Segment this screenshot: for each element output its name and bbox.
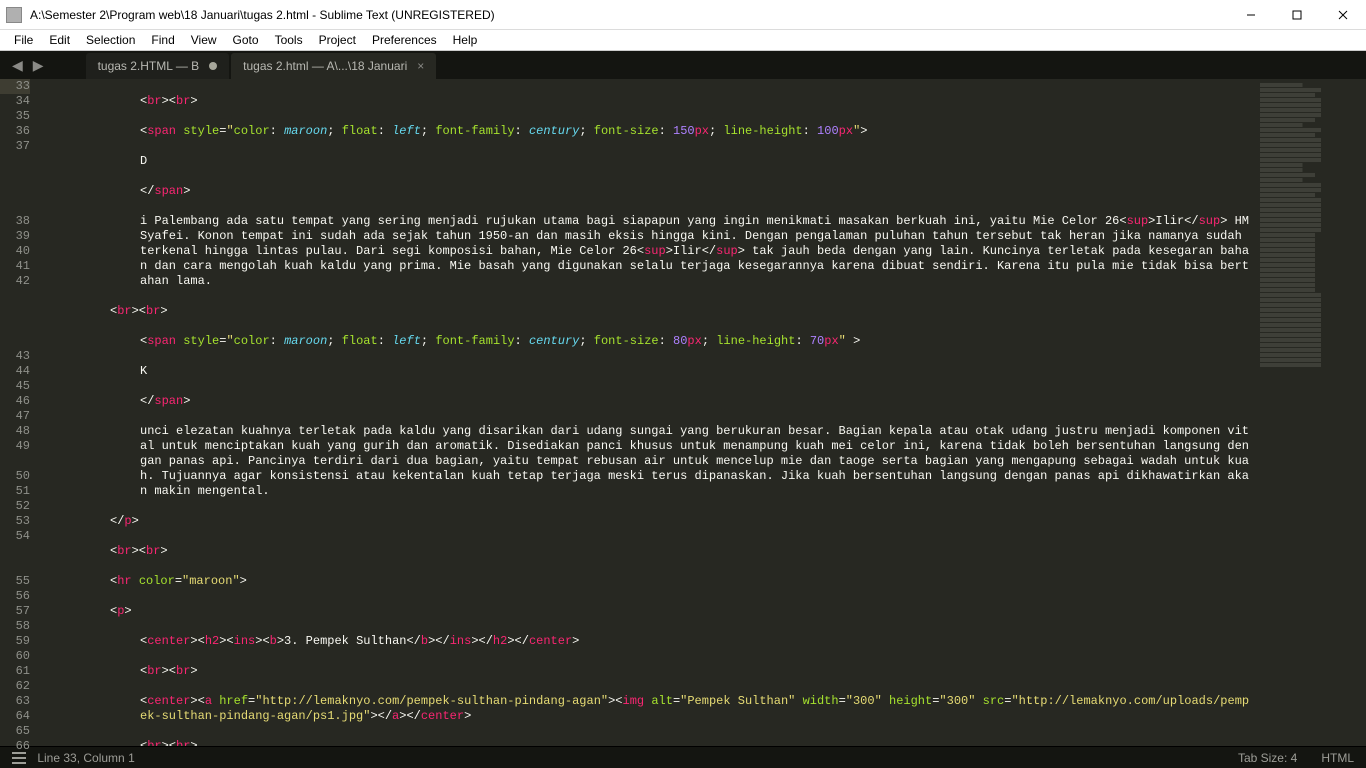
close-icon[interactable]: × [417, 59, 424, 73]
menu-goto[interactable]: Goto [225, 31, 267, 49]
tab-row: ◀ ▶ tugas 2.HTML — B tugas 2.html — A\..… [0, 51, 1366, 79]
menu-view[interactable]: View [183, 31, 225, 49]
app-icon [6, 7, 22, 23]
nav-forward-icon[interactable]: ▶ [33, 57, 44, 74]
status-syntax[interactable]: HTML [1321, 751, 1354, 765]
menu-find[interactable]: Find [143, 31, 182, 49]
title-bar: A:\Semester 2\Program web\18 Januari\tug… [0, 0, 1366, 30]
menu-preferences[interactable]: Preferences [364, 31, 445, 49]
menu-edit[interactable]: Edit [41, 31, 78, 49]
tab-file-1[interactable]: tugas 2.HTML — B [86, 53, 230, 79]
minimap[interactable] [1256, 79, 1366, 746]
code-area[interactable]: <br><br> <span style="color: maroon; flo… [48, 79, 1256, 746]
menu-project[interactable]: Project [311, 31, 364, 49]
menu-help[interactable]: Help [445, 31, 486, 49]
maximize-button[interactable] [1274, 0, 1320, 29]
panel-switcher-icon[interactable] [12, 752, 26, 764]
menu-tools[interactable]: Tools [267, 31, 311, 49]
line-gutter: 3334353637383940414243444546474849505152… [0, 79, 48, 746]
tab-file-2[interactable]: tugas 2.html — A\...\18 Januari × [231, 53, 436, 79]
editor-area[interactable]: 3334353637383940414243444546474849505152… [0, 79, 1366, 746]
menu-selection[interactable]: Selection [78, 31, 143, 49]
menu-file[interactable]: File [6, 31, 41, 49]
dirty-indicator-icon [209, 62, 217, 70]
status-bar: Line 33, Column 1 Tab Size: 4 HTML [0, 746, 1366, 768]
menu-bar: File Edit Selection Find View Goto Tools… [0, 30, 1366, 51]
minimize-button[interactable] [1228, 0, 1274, 29]
window-title: A:\Semester 2\Program web\18 Januari\tug… [30, 8, 495, 22]
status-line-col[interactable]: Line 33, Column 1 [37, 751, 134, 765]
status-tab-size[interactable]: Tab Size: 4 [1238, 751, 1297, 765]
tab-label: tugas 2.HTML — B [98, 59, 200, 73]
close-button[interactable] [1320, 0, 1366, 29]
nav-back-icon[interactable]: ◀ [12, 57, 23, 74]
tab-label: tugas 2.html — A\...\18 Januari [243, 59, 407, 73]
